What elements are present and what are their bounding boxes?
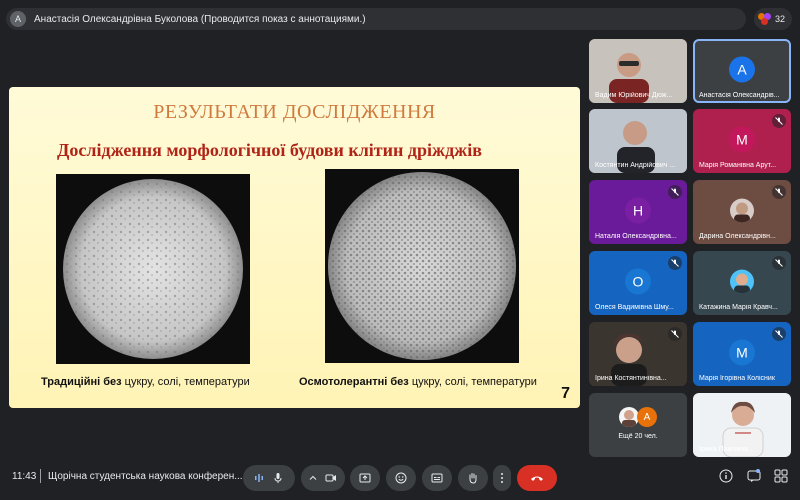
participant-name: Наталія Олександрівна... xyxy=(595,233,677,240)
participant-tile[interactable]: Дарина Олександрівн... xyxy=(693,180,791,244)
slide-subtitle: Дослідження морфологічної будови клітин … xyxy=(57,140,482,160)
participants-avatars-icon xyxy=(758,13,772,25)
participant-tile[interactable]: Вадим Юрійович Дюж... xyxy=(589,39,687,103)
participant-name: Ірина Костянтинівна... xyxy=(595,375,667,382)
microscope-image-osmotolerant xyxy=(325,169,519,363)
participant-tile[interactable]: Катажина Марія Кравч... xyxy=(693,251,791,315)
more-participants-label: Ещё 20 чел. xyxy=(618,433,658,440)
camera-controls[interactable] xyxy=(301,465,345,491)
mic-off-icon xyxy=(668,185,682,199)
chevron-up-icon[interactable] xyxy=(309,474,317,482)
raise-hand-button[interactable] xyxy=(458,465,488,491)
participant-tile[interactable]: Ірина Костянтинівна... xyxy=(589,322,687,386)
participants-button[interactable]: 32 xyxy=(754,8,792,30)
participant-name: Марія Ігорівна Колісник xyxy=(699,375,775,382)
leave-call-button[interactable] xyxy=(517,465,557,491)
info-icon xyxy=(719,469,733,488)
participant-name: Ірина Павлівна... xyxy=(699,446,754,453)
participant-photo xyxy=(730,198,754,223)
activities-icon xyxy=(774,469,788,488)
present-button[interactable] xyxy=(350,465,380,491)
clock: 11:43 xyxy=(12,471,37,482)
meeting-info-button[interactable] xyxy=(718,469,734,488)
chat-icon xyxy=(747,468,761,488)
mic-off-icon xyxy=(772,327,786,341)
microscope-image-traditional xyxy=(56,174,250,364)
emoji-button[interactable] xyxy=(386,465,416,491)
mic-off-icon xyxy=(772,185,786,199)
audio-level-icon xyxy=(254,473,264,483)
caption-traditional-bold: Традиційні без xyxy=(41,376,122,388)
caption-traditional-rest: цукру, солі, температури xyxy=(121,376,250,388)
microphone-icon[interactable] xyxy=(272,472,284,484)
participant-count: 32 xyxy=(774,14,785,24)
participant-avatar: Н xyxy=(625,197,651,224)
participant-tile[interactable]: Ірина Павлівна... xyxy=(693,393,791,457)
participant-tile-active[interactable]: A Анастасія Олександрів... xyxy=(693,39,791,103)
hand-icon xyxy=(467,472,479,484)
participant-name: Костянтин Андрійович ... xyxy=(595,162,676,169)
participant-tile[interactable]: Н Наталія Олександрівна... xyxy=(589,180,687,244)
present-screen-icon xyxy=(359,473,371,483)
divider xyxy=(40,469,41,483)
participant-name: Анастасія Олександрів... xyxy=(699,92,780,99)
participant-tile[interactable]: M Марія Романівна Арут... xyxy=(693,109,791,173)
slide-page-number: 7 xyxy=(561,385,570,402)
caption-traditional: Традиційні без цукру, солі, температури xyxy=(41,376,250,388)
presenter-label: Анастасія Олександрівна Буколова (Провод… xyxy=(34,13,366,25)
chat-button[interactable] xyxy=(746,468,762,488)
captions-icon xyxy=(431,473,443,483)
captions-button[interactable] xyxy=(422,465,452,491)
camera-icon[interactable] xyxy=(325,473,337,483)
participant-tile[interactable]: Костянтин Андрійович ... xyxy=(589,109,687,173)
participant-name: Вадим Юрійович Дюж... xyxy=(595,92,673,99)
caption-osmotolerant: Осмотолерантні без цукру, солі, температ… xyxy=(299,376,537,388)
mic-off-icon xyxy=(772,114,786,128)
presenter-avatar: A xyxy=(10,11,26,27)
participant-tile[interactable]: M Марія Ігорівна Колісник xyxy=(693,322,791,386)
participant-name: Дарина Олександрівн... xyxy=(699,233,776,240)
participant-photo xyxy=(730,269,754,294)
meeting-title: Щорічна студентська наукова конферен... xyxy=(48,471,243,482)
emoji-icon xyxy=(395,472,407,484)
hang-up-icon xyxy=(530,474,544,482)
audio-controls[interactable] xyxy=(243,465,295,491)
activities-button[interactable] xyxy=(773,469,789,488)
more-options-button[interactable] xyxy=(493,465,511,491)
more-vert-icon xyxy=(500,472,504,484)
mic-off-icon xyxy=(668,256,682,270)
more-participants-tile[interactable]: A Ещё 20 чел. xyxy=(589,393,687,457)
shared-slide: РЕЗУЛЬТАТИ ДОСЛІДЖЕННЯ Дослідження морфо… xyxy=(9,87,580,408)
caption-osmotolerant-rest: цукру, солі, температури xyxy=(408,376,537,388)
caption-osmotolerant-bold: Осмотолерантні без xyxy=(299,376,409,388)
presentation-banner: A Анастасія Олександрівна Буколова (Пров… xyxy=(6,8,746,30)
mic-off-icon xyxy=(772,256,786,270)
participant-avatar: A xyxy=(729,56,755,83)
participant-photo xyxy=(619,407,639,427)
slide-title: РЕЗУЛЬТАТИ ДОСЛІДЖЕННЯ xyxy=(153,101,436,123)
participant-avatar: M xyxy=(729,126,755,153)
participant-avatar: О xyxy=(625,268,651,295)
participant-name: Катажина Марія Кравч... xyxy=(699,304,778,311)
participant-name: Марія Романівна Арут... xyxy=(699,162,777,169)
participant-avatar: A xyxy=(637,407,657,427)
participant-avatar: M xyxy=(729,339,755,366)
participant-tile[interactable]: О Олеся Вадимівна Шму... xyxy=(589,251,687,315)
mic-off-icon xyxy=(668,327,682,341)
participant-name: Олеся Вадимівна Шму... xyxy=(595,304,674,311)
